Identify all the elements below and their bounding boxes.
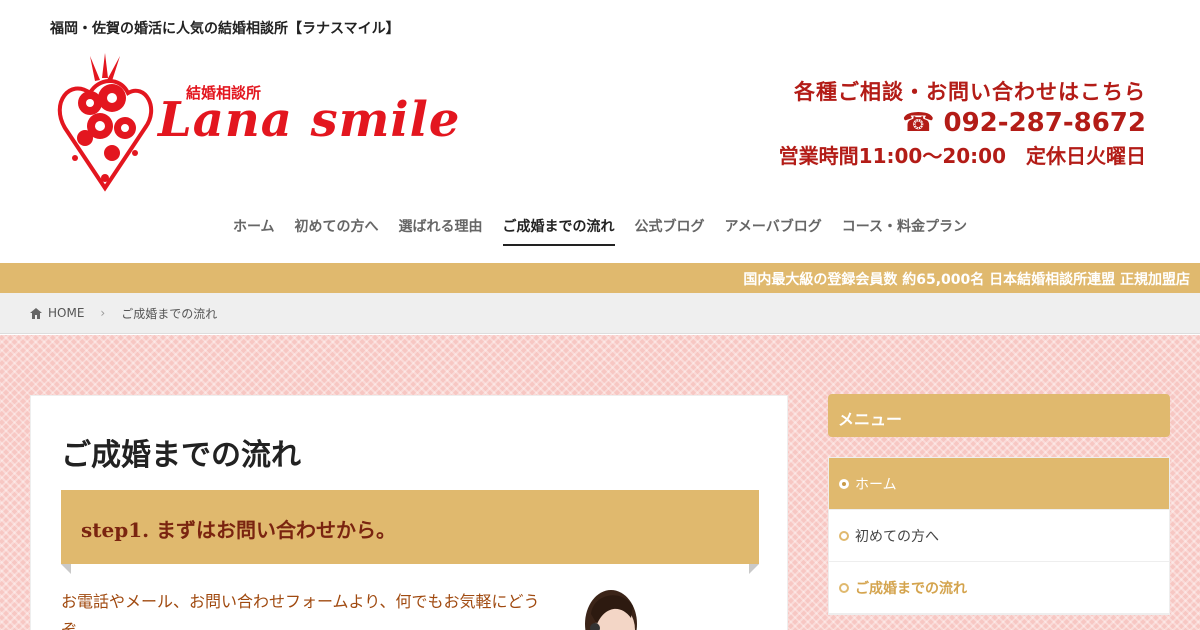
business-hours: 営業時間11:00〜20:00 定休日火曜日 (778, 144, 1146, 168)
sidebar-heading: メニュー (828, 394, 1170, 437)
sidebar-item-marriage-flow[interactable]: ご成婚までの流れ (829, 562, 1169, 614)
nav-marriage-flow[interactable]: ご成婚までの流れ (502, 214, 615, 246)
nav-ameba-blog[interactable]: アメーバブログ (725, 214, 822, 246)
sidebar-item-label: ご成婚までの流れ (855, 580, 967, 597)
info-ribbon: 国内最大級の登録会員数 約65,000名 日本結婚相談所連盟 正規加盟店 (0, 263, 1200, 293)
global-nav: ホーム 初めての方へ 選ばれる理由 ご成婚までの流れ 公式ブログ アメーバブログ… (0, 214, 1200, 246)
chevron-right-icon: › (100, 306, 106, 320)
circle-bullet-icon (839, 530, 849, 541)
contact-block: 各種ご相談・お問い合わせはこちら ☎ 092-287-8672 営業時間11:0… (779, 76, 1146, 169)
breadcrumb-current: ご成婚までの流れ (121, 306, 218, 321)
step1-banner: step1. まずはお問い合わせから。 (61, 490, 759, 564)
logo-wordmark: Lana smile (158, 92, 461, 148)
circle-bullet-icon (839, 478, 849, 489)
sidebar-item-first-time[interactable]: 初めての方へ (829, 510, 1169, 562)
main-content: ご成婚までの流れ step1. まずはお問い合わせから。 お電話やメール、お問い… (30, 395, 788, 630)
operator-photo (585, 590, 637, 630)
nav-course-pricing[interactable]: コース・料金プラン (842, 214, 967, 246)
nav-official-blog[interactable]: 公式ブログ (635, 214, 705, 246)
flower-heart-icon (57, 53, 154, 192)
step1-body: お電話やメール、お問い合わせフォームより、何でもお気軽にどうぞ。 (61, 592, 540, 630)
site-tagline: 福岡・佐賀の婚活に人気の結婚相談所【ラナスマイル】 (50, 21, 400, 37)
sidebar-item-label: 初めての方へ (855, 528, 939, 545)
sidebar-item-home[interactable]: ホーム (829, 458, 1169, 510)
step1-heading: step1. まずはお問い合わせから。 (81, 518, 397, 542)
breadcrumb: HOME › ご成婚までの流れ (0, 293, 1200, 334)
contact-heading: 各種ご相談・お問い合わせはこちら (794, 80, 1146, 104)
sidebar-item-label: ホーム (855, 476, 897, 493)
nav-reasons[interactable]: 選ばれる理由 (399, 214, 483, 246)
home-icon (30, 307, 42, 319)
breadcrumb-home[interactable]: HOME (48, 306, 84, 320)
circle-bullet-icon (839, 582, 849, 593)
sidebar-menu: ホーム 初めての方へ ご成婚までの流れ (828, 457, 1170, 615)
banner-fold-left (61, 564, 71, 574)
page-title: ご成婚までの流れ (61, 438, 301, 473)
nav-first-time[interactable]: 初めての方へ (295, 214, 379, 246)
nav-home[interactable]: ホーム (233, 214, 275, 246)
contact-phone[interactable]: ☎ 092-287-8672 (779, 108, 1146, 138)
banner-fold-right (749, 564, 759, 574)
